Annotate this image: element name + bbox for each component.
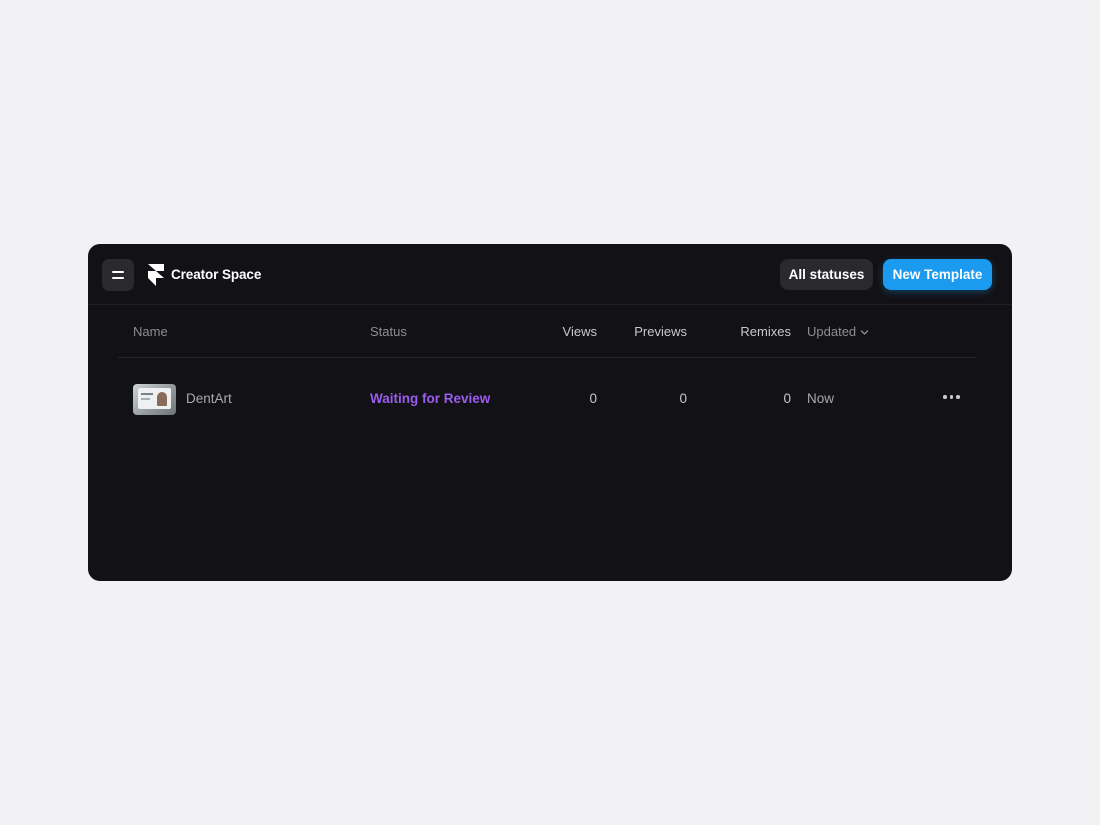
remixes-count: 0 <box>783 391 791 406</box>
framer-logo-icon <box>148 264 164 286</box>
column-header-views[interactable]: Views <box>538 324 597 339</box>
menu-button[interactable] <box>102 259 134 291</box>
updated-time: Now <box>807 391 835 406</box>
table-header: Name Status Views Previews Remixes Updat… <box>118 305 976 358</box>
column-header-updated[interactable]: Updated <box>807 324 869 339</box>
column-header-status[interactable]: Status <box>370 324 407 339</box>
new-template-button[interactable]: New Template <box>883 259 992 290</box>
status-filter-button[interactable]: All statuses <box>780 259 873 290</box>
app-title: Creator Space <box>171 267 262 282</box>
templates-table: Name Status Views Previews Remixes Updat… <box>118 305 976 444</box>
status-badge: Waiting for Review <box>370 391 491 406</box>
previews-count: 0 <box>679 391 687 406</box>
template-thumbnail <box>133 384 176 415</box>
column-header-remixes[interactable]: Remixes <box>718 324 791 339</box>
column-header-name[interactable]: Name <box>133 324 168 339</box>
column-header-previews[interactable]: Previews <box>618 324 687 339</box>
template-name[interactable]: DentArt <box>186 391 232 406</box>
top-bar: Creator Space All statuses New Template <box>88 244 1012 305</box>
more-horizontal-icon[interactable] <box>943 395 960 399</box>
menu-icon <box>112 271 124 273</box>
creator-space-panel: Creator Space All statuses New Template … <box>88 244 1012 581</box>
chevron-down-icon <box>861 330 869 335</box>
column-header-updated-label: Updated <box>807 324 857 339</box>
table-row[interactable]: DentArt Waiting for Review 0 0 0 Now <box>118 358 976 444</box>
views-count: 0 <box>589 391 597 406</box>
